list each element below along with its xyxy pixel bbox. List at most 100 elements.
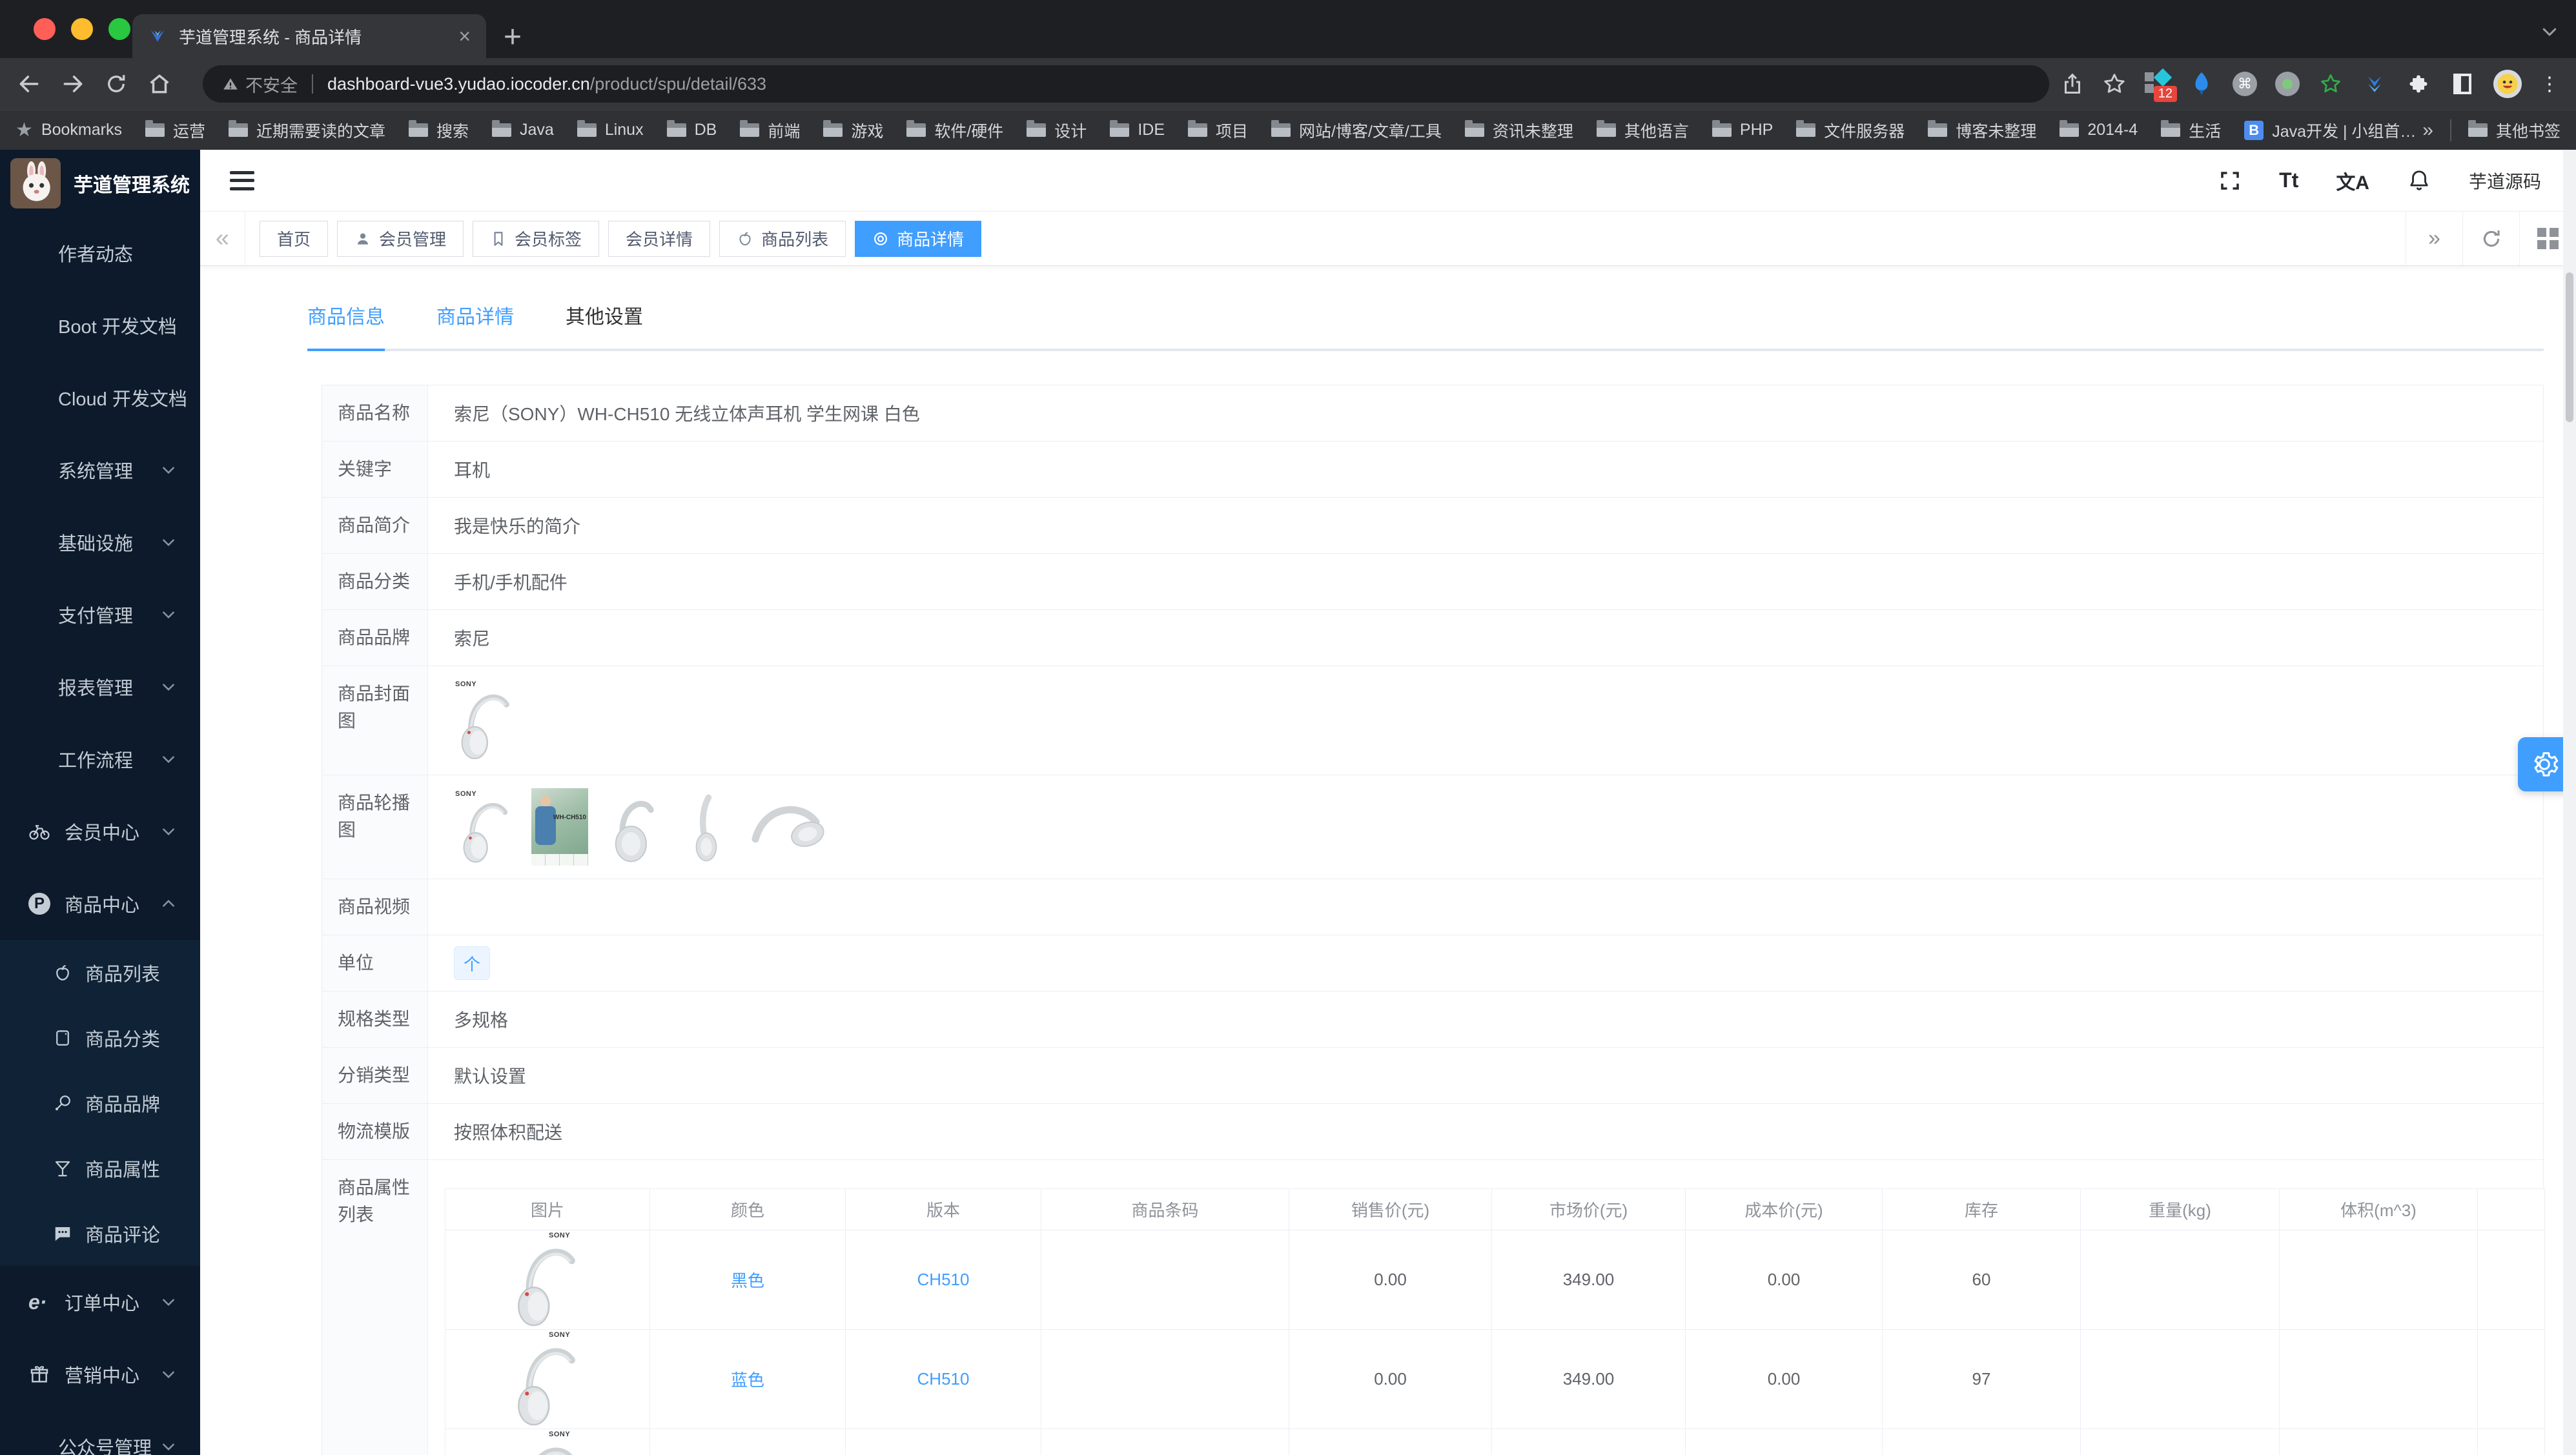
tags-scroll-right[interactable]: » (2406, 212, 2462, 265)
sku-color-link[interactable]: 黑色 (731, 1271, 764, 1290)
tag-product-detail[interactable]: 商品详情 (855, 220, 982, 257)
tag-member-label[interactable]: 会员标签 (473, 220, 600, 257)
tag-member-detail[interactable]: 会员详情 (608, 220, 711, 257)
sidebar-item-product-comment[interactable]: 商品评论 (0, 1201, 200, 1266)
sidebar-item-product-property[interactable]: 商品属性 (0, 1135, 200, 1201)
bookmark-folder[interactable]: 运营 (145, 119, 205, 142)
recorder-extension-icon[interactable] (2275, 72, 2300, 96)
extension-badge-icon[interactable]: 12 (2145, 68, 2177, 102)
sidebar-extension-icon[interactable] (2449, 71, 2475, 97)
forward-button[interactable] (61, 72, 85, 96)
vue-devtools-extension-icon[interactable] (2362, 71, 2387, 97)
green-star-extension-icon[interactable] (2318, 71, 2344, 97)
sku-version-link[interactable]: CH510 (917, 1369, 970, 1389)
sidebar-item-payment[interactable]: 支付管理 (0, 578, 200, 651)
bookmark-folder[interactable]: DB (666, 120, 717, 139)
profile-avatar[interactable] (2493, 70, 2522, 98)
sidebar-item-cloud-docs[interactable]: Cloud 开发文档 (0, 361, 200, 434)
page-scrollbar[interactable] (2563, 150, 2576, 1455)
sidebar-item-product-category[interactable]: 商品分类 (0, 1005, 200, 1070)
tag-product-list[interactable]: 商品列表 (719, 220, 846, 257)
sku-color-link[interactable]: 蓝色 (731, 1370, 764, 1390)
bookmark-star-button[interactable] (2102, 72, 2127, 96)
bookmarks-overflow-chevron[interactable]: » (2422, 119, 2433, 141)
sidebar-item-order-center[interactable]: e· 订单中心 (0, 1266, 200, 1338)
carousel-image-headphone-side[interactable] (601, 789, 666, 865)
sidebar-item-report[interactable]: 报表管理 (0, 651, 200, 723)
bookmark-folder[interactable]: 资讯未整理 (1464, 119, 1573, 142)
minimize-window-button[interactable] (71, 18, 93, 40)
command-extension-icon[interactable]: ⌘ (2233, 72, 2257, 96)
bookmark-folder[interactable]: Java (492, 120, 554, 139)
product-cover-image[interactable]: SONY (454, 679, 518, 762)
sidebar-item-author-news[interactable]: 作者动态 (0, 217, 200, 289)
font-size-icon[interactable]: Tt (2279, 168, 2298, 192)
carousel-image-headphone-front[interactable]: SONY (454, 789, 518, 865)
tag-home[interactable]: 首页 (260, 220, 329, 257)
bell-icon[interactable] (2407, 168, 2431, 193)
sidebar-item-infra[interactable]: 基础设施 (0, 506, 200, 578)
bookmark-folder[interactable]: 文件服务器 (1796, 119, 1905, 142)
sidebar-item-workflow[interactable]: 工作流程 (0, 723, 200, 795)
carousel-image-headphone-profile[interactable] (679, 789, 734, 865)
tab-search-chevron-icon[interactable] (2540, 22, 2559, 41)
extensions-puzzle-icon[interactable] (2406, 71, 2431, 97)
bookmark-folder[interactable]: 其他语言 (1596, 119, 1689, 142)
tab-other-settings[interactable]: 其他设置 (566, 301, 643, 349)
app-logo[interactable]: 芋道管理系统 (0, 150, 200, 217)
sidebar-item-system[interactable]: 系统管理 (0, 434, 200, 506)
sku-version-link[interactable]: CH510 (917, 1270, 970, 1289)
bookmark-folder[interactable]: 网站/博客/文章/工具 (1271, 119, 1442, 142)
tab-product-description[interactable]: 商品详情 (436, 301, 514, 349)
tab-product-info[interactable]: 商品信息 (307, 301, 385, 351)
sidebar-item-product-center[interactable]: P 商品中心 (0, 868, 200, 940)
sku-image[interactable]: SONY (445, 1330, 649, 1429)
zoom-window-button[interactable] (108, 18, 130, 40)
home-button[interactable] (147, 72, 172, 96)
sidebar-item-product-brand[interactable]: 商品品牌 (0, 1070, 200, 1135)
bookmark-folder[interactable]: 搜索 (408, 119, 469, 142)
share-button[interactable] (2061, 72, 2084, 96)
bookmark-folder[interactable]: 软件/硬件 (906, 119, 1003, 142)
back-button[interactable] (17, 72, 41, 96)
bookmark-folder[interactable]: 2014-4 (2060, 120, 2138, 139)
sidebar-item-marketing-center[interactable]: 营销中心 (0, 1338, 200, 1410)
collapse-sidebar-icon[interactable] (230, 170, 254, 190)
security-status[interactable]: 不安全 (222, 72, 298, 97)
close-window-button[interactable] (34, 18, 56, 40)
bookmark-folder[interactable]: 前端 (740, 119, 800, 142)
pen-extension-icon[interactable] (2189, 71, 2214, 97)
tags-scroll-left[interactable]: « (200, 212, 245, 265)
bookmark-folder[interactable]: 博客未整理 (1928, 119, 2036, 142)
bookmarks-root[interactable]: ★ Bookmarks (15, 119, 122, 141)
refresh-tag-button[interactable] (2462, 212, 2519, 265)
bookmark-folder[interactable]: 项目 (1188, 119, 1248, 142)
user-menu[interactable]: 芋道源码 (2469, 168, 2541, 194)
reload-button[interactable] (105, 72, 128, 96)
scrollbar-thumb[interactable] (2566, 272, 2573, 422)
bookmark-folder[interactable]: 游戏 (823, 119, 883, 142)
bookmark-folder[interactable]: IDE (1110, 120, 1165, 139)
tag-member-management[interactable]: 会员管理 (337, 220, 464, 257)
sku-image[interactable]: SONY (445, 1230, 649, 1329)
bookmark-folder[interactable]: 生活 (2161, 119, 2221, 142)
sidebar-item-boot-docs[interactable]: Boot 开发文档 (0, 289, 200, 361)
fullscreen-icon[interactable] (2218, 169, 2242, 192)
carousel-image-promo[interactable]: WH-CH510 (531, 788, 588, 866)
sidebar-item-mp-management[interactable]: 公众号管理 (0, 1410, 200, 1455)
other-bookmarks[interactable]: 其他书签 (2468, 119, 2561, 142)
sku-image[interactable]: SONY (445, 1429, 649, 1455)
browser-menu-icon[interactable]: ⋮ (2540, 73, 2559, 96)
bookmark-folder[interactable]: Linux (577, 120, 644, 139)
browser-tab[interactable]: 芋道管理系统 - 商品详情 × (132, 14, 486, 58)
language-icon[interactable]: 文A (2336, 167, 2369, 195)
bookmark-folder[interactable]: PHP (1712, 120, 1773, 139)
sidebar-item-product-list[interactable]: 商品列表 (0, 940, 200, 1005)
sidebar-item-member-center[interactable]: 会员中心 (0, 795, 200, 868)
bookmark-folder[interactable]: 设计 (1027, 119, 1087, 142)
carousel-image-headphone-folded[interactable] (747, 789, 826, 865)
new-tab-button[interactable]: + (504, 19, 522, 55)
address-bar[interactable]: 不安全 dashboard-vue3.yudao.iocoder.cn/prod… (203, 65, 2049, 103)
bookmark-folder[interactable]: 近期需要读的文章 (228, 119, 385, 142)
tab-close-icon[interactable]: × (458, 26, 471, 46)
